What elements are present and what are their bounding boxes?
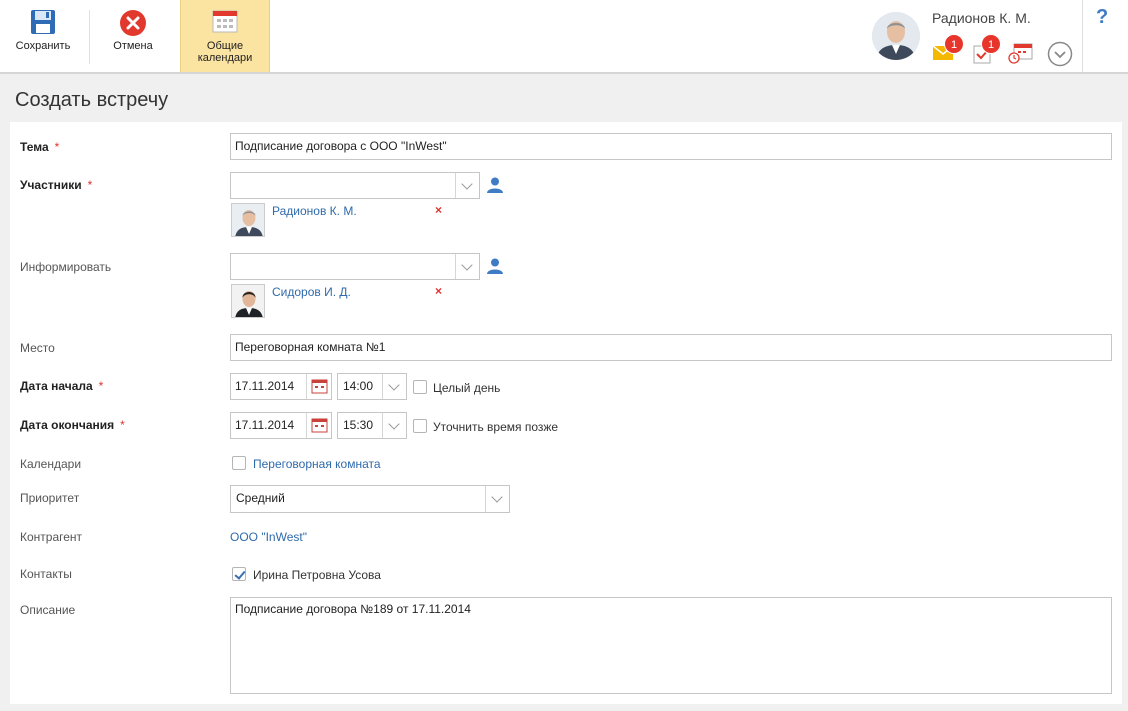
- subject-label: Тема *: [20, 140, 59, 154]
- chevron-down-icon[interactable]: [382, 413, 406, 438]
- subject-input[interactable]: Подписание договора с ООО "InWest": [230, 133, 1112, 160]
- description-label: Описание: [20, 603, 76, 617]
- shared-calendars-label-line2: календари: [197, 52, 253, 64]
- participant-name[interactable]: Радионов К. М.: [272, 204, 357, 218]
- start-date-input[interactable]: 17.11.2014: [230, 373, 332, 400]
- place-label: Место: [20, 341, 55, 355]
- priority-select[interactable]: Средний: [230, 485, 510, 513]
- remove-icon[interactable]: ×: [435, 284, 442, 298]
- required-mark: *: [87, 178, 93, 192]
- person-icon[interactable]: [486, 176, 504, 194]
- inform-person-name[interactable]: Сидоров И. Д.: [272, 285, 351, 299]
- start-date-label: Дата начала *: [20, 379, 103, 393]
- meeting-form: Тема * Подписание договора с ООО "InWest"…: [10, 122, 1122, 704]
- events-icon: [1008, 42, 1034, 67]
- toolbar-divider: [1082, 0, 1083, 72]
- user-avatar[interactable]: [872, 12, 920, 60]
- meeting-room-link[interactable]: Переговорная комната: [253, 457, 381, 471]
- end-time-value: 15:30: [343, 418, 374, 432]
- shared-calendars-label: Общие календари: [181, 40, 269, 64]
- chevron-down-icon[interactable]: [382, 374, 406, 399]
- mail-badge: 1: [944, 34, 964, 54]
- help-button[interactable]: ?: [1096, 6, 1108, 29]
- shared-calendars-button[interactable]: Общие календари: [180, 0, 270, 72]
- participants-combo[interactable]: [230, 172, 480, 199]
- description-textarea[interactable]: Подписание договора №189 от 17.11.2014: [230, 597, 1112, 694]
- calendar-picker-icon[interactable]: [306, 374, 331, 399]
- chevron-down-icon[interactable]: [485, 486, 509, 512]
- required-mark: *: [98, 379, 104, 393]
- start-date-label-text: Дата начала: [20, 379, 93, 393]
- meeting-room-checkbox[interactable]: [232, 456, 246, 470]
- save-label: Сохранить: [15, 40, 71, 52]
- user-name[interactable]: Радионов К. М.: [932, 10, 1031, 26]
- place-input[interactable]: Переговорная комната №1: [230, 334, 1112, 361]
- calendar-icon: [212, 9, 238, 36]
- start-time-select[interactable]: 14:00: [337, 373, 407, 400]
- calendars-label: Календари: [20, 457, 82, 471]
- inform-label: Информировать: [20, 260, 112, 274]
- required-mark: *: [120, 418, 125, 432]
- save-icon: [30, 9, 56, 38]
- specify-later-label: Уточнить время позже: [433, 420, 559, 434]
- participants-label-text: Участники: [20, 178, 82, 192]
- inform-combo[interactable]: [230, 253, 480, 280]
- participants-label: Участники *: [20, 178, 92, 192]
- chevron-down-circle-icon: [1047, 41, 1073, 70]
- events-button[interactable]: [1008, 40, 1034, 66]
- all-day-checkbox[interactable]: [413, 380, 427, 394]
- all-day-label: Целый день: [433, 381, 501, 395]
- end-date-label-text: Дата окончания: [20, 418, 115, 432]
- tasks-button[interactable]: 1: [971, 34, 1001, 66]
- end-date-value: 17.11.2014: [235, 418, 295, 432]
- priority-value: Средний: [236, 491, 285, 505]
- participant-avatar: [231, 203, 265, 237]
- start-time-value: 14:00: [343, 379, 374, 393]
- contact-checkbox[interactable]: [232, 567, 246, 581]
- toolbar: Сохранить Отмена Общие календари Радионо…: [0, 0, 1128, 74]
- start-date-value: 17.11.2014: [235, 379, 295, 393]
- mail-button[interactable]: 1: [932, 34, 964, 66]
- end-date-label: Дата окончания *: [20, 418, 125, 432]
- required-mark: *: [54, 140, 60, 154]
- shared-calendars-label-line1: Общие: [206, 40, 244, 52]
- remove-icon[interactable]: ×: [435, 203, 442, 217]
- user-menu-button[interactable]: [1047, 40, 1073, 67]
- contact-name: Ирина Петровна Усова: [253, 568, 381, 582]
- priority-label: Приоритет: [20, 491, 80, 505]
- save-button[interactable]: Сохранить: [0, 0, 86, 72]
- calendar-picker-icon[interactable]: [306, 413, 331, 438]
- counterparty-label: Контрагент: [20, 530, 83, 544]
- cancel-icon: [119, 9, 147, 40]
- cancel-button[interactable]: Отмена: [90, 0, 176, 72]
- chevron-down-icon[interactable]: [455, 254, 479, 279]
- end-time-select[interactable]: 15:30: [337, 412, 407, 439]
- subject-label-text: Тема: [20, 140, 49, 154]
- tasks-badge: 1: [981, 34, 1001, 54]
- chevron-down-icon[interactable]: [455, 173, 479, 198]
- counterparty-link[interactable]: ООО "InWest": [230, 530, 307, 544]
- contacts-label: Контакты: [20, 567, 72, 581]
- person-icon[interactable]: [486, 257, 504, 275]
- inform-avatar: [231, 284, 265, 318]
- end-date-input[interactable]: 17.11.2014: [230, 412, 332, 439]
- cancel-label: Отмена: [113, 40, 153, 52]
- specify-later-checkbox[interactable]: [413, 419, 427, 433]
- page-title: Создать встречу: [15, 89, 169, 111]
